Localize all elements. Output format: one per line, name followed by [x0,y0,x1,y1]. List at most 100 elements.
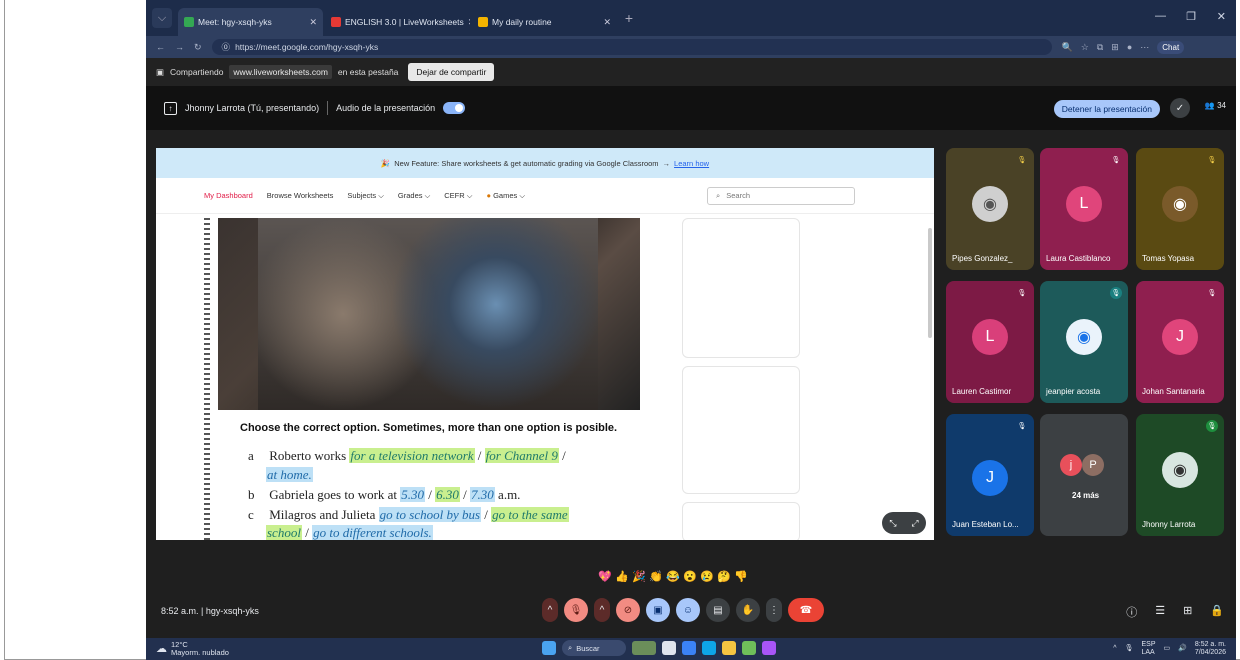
answer-card[interactable] [682,366,800,494]
close-tab-icon[interactable]: ✕ [603,17,611,28]
site-info-icon[interactable]: ⓪ [222,41,231,53]
camera-off-button[interactable]: ⊘ [616,598,640,622]
option[interactable]: for a television network [349,448,475,463]
participant-tile[interactable]: 🎙 L Lauren Castimor [946,281,1034,403]
participant-tile[interactable]: 🎙 ◉ Tomas Yopasa [1136,148,1224,270]
raise-hand-button[interactable]: ✋ [736,598,760,622]
host-controls-icon[interactable]: 🔒 [1210,604,1224,620]
activities-icon[interactable]: ⊞ [1183,604,1192,620]
new-tab-icon[interactable]: + [619,8,639,28]
present-screen-button[interactable]: ▣ [646,598,670,622]
option[interactable]: 6.30 [435,487,460,502]
worksheet-search-input[interactable]: ⌕ Search [707,186,856,205]
tab-menu-icon[interactable]: ⌵ [152,8,172,28]
nav-browse-worksheets[interactable]: Browse Worksheets [267,191,334,200]
presentation-scrollbar[interactable] [928,228,932,338]
clock[interactable]: 8:52 a. m. 7/04/2026 [1195,641,1226,657]
mic-tray-icon[interactable]: 🎙 [1125,645,1134,653]
url-field[interactable]: ⓪ https://meet.google.com/hgy-xsqh-yks [211,39,1052,55]
stop-sharing-button[interactable]: Dejar de compartir [408,63,495,81]
participant-tile[interactable]: 🎙 J Juan Esteban Lo... [946,414,1034,536]
copilot-icon[interactable] [762,641,776,655]
weather-widget[interactable]: ☁ 12°C Mayorm. nublado [156,641,229,657]
participant-tile-self[interactable]: 🎙 ◉ Jhonny Larrota [1136,414,1224,536]
option[interactable]: for Channel 9 [484,448,559,463]
maximize-icon[interactable]: ❐ [1186,10,1196,23]
tab-meet[interactable]: Meet: hgy-xsqh-yks ✕ [178,8,323,36]
collections-icon[interactable]: ⊞ [1111,42,1119,53]
reaction-thumbs-down-icon[interactable]: 👎 [734,569,748,583]
file-explorer-icon[interactable] [722,641,736,655]
check-icon[interactable]: ✓ [1170,98,1190,118]
edge-icon[interactable] [702,641,716,655]
reaction-party-icon[interactable]: 🎉 [632,569,646,583]
more-options-button[interactable]: ⋮ [766,598,782,622]
widgets-icon[interactable] [632,641,656,655]
chat-icon[interactable]: ☰ [1155,604,1165,620]
presentation-audio-toggle[interactable] [443,102,466,114]
reaction-laugh-icon[interactable]: 😂 [666,569,680,583]
participant-tile[interactable]: 🎙 ◉ jeanpier acosta [1040,281,1128,403]
back-icon[interactable]: ← [156,42,165,52]
microphone-off-button[interactable]: 🎙 [564,598,588,622]
favorite-icon[interactable]: ☆ [1081,42,1089,53]
nav-cefr[interactable]: CEFR ⌵ [444,191,472,201]
participant-tile[interactable]: 🎙 ◉ Pipes Gonzalez_ [946,148,1034,270]
task-view-icon[interactable] [662,641,676,655]
more-participants-tile[interactable]: j P 24 más [1040,414,1128,536]
zoom-icon[interactable]: 🔍 [1062,42,1073,53]
close-window-icon[interactable]: ✕ [1217,10,1226,23]
answer-card[interactable] [682,218,800,358]
captions-button[interactable]: ▤ [706,598,730,622]
reaction-sad-icon[interactable]: 😢 [700,569,714,583]
language-indicator[interactable]: ESP LAA [1141,641,1155,657]
close-tab-icon[interactable]: ✕ [309,17,317,28]
nav-subjects[interactable]: Subjects ⌵ [347,191,384,201]
option[interactable]: at home. [266,467,313,482]
tab-daily-routine[interactable]: My daily routine ✕ [472,8,617,36]
participant-tile[interactable]: 🎙 J Johan Santanaria [1136,281,1224,403]
reaction-heart-icon[interactable]: 💖 [598,569,612,583]
answer-card[interactable] [682,502,800,540]
fullscreen-icon[interactable]: ⤢ [911,518,918,529]
nav-my-dashboard[interactable]: My Dashboard [204,191,253,200]
option[interactable]: 5.30 [400,487,426,502]
reaction-thinking-icon[interactable]: 🤔 [717,569,731,583]
worksheet-video[interactable] [218,218,640,410]
volume-icon[interactable]: 🔊 [1178,645,1187,653]
participants-count[interactable]: 👥 34 [1205,101,1226,110]
windows-start-icon[interactable] [542,641,556,655]
info-icon[interactable]: ⓘ [1126,604,1137,620]
minimize-icon[interactable]: — [1155,10,1166,22]
network-icon[interactable]: ▭ [1164,645,1171,653]
zoom-out-icon[interactable]: ⤡ [889,518,896,529]
stop-presenting-button[interactable]: Detener la presentación [1053,100,1160,118]
option[interactable]: school [266,525,302,540]
leave-call-button[interactable]: ☎ [788,598,824,622]
whatsapp-icon[interactable] [742,641,756,655]
reactions-button[interactable]: ☺ [676,598,700,622]
forward-icon[interactable]: → [175,42,184,52]
option[interactable]: 7.30 [470,487,495,502]
nav-games[interactable]: ● Games ⌵ [486,191,525,201]
more-icon[interactable]: ⋯ [1140,42,1149,53]
close-tab-icon[interactable]: ✕ [468,17,470,28]
learn-how-link[interactable]: Learn how [674,159,709,168]
option[interactable]: go to the same [491,507,569,522]
reload-icon[interactable]: ↻ [194,42,202,53]
nav-grades[interactable]: Grades ⌵ [398,191,430,201]
show-hidden-icon[interactable]: ^ [1113,645,1116,653]
copilot-chat-button[interactable]: Chat [1157,40,1185,54]
camera-options-icon[interactable]: ^ [594,598,610,622]
mic-options-icon[interactable]: ^ [542,598,558,622]
profile-icon[interactable]: ● [1127,42,1132,52]
taskbar-search[interactable]: ⌕ Buscar [562,640,626,656]
chrome-icon[interactable] [682,641,696,655]
option[interactable]: go to different schools. [312,525,433,540]
reaction-thumbs-up-icon[interactable]: 👍 [615,569,629,583]
tab-liveworksheets[interactable]: ENGLISH 3.0 | LiveWorksheets ✕ [325,8,470,36]
extensions-icon[interactable]: ⧉ [1097,42,1103,53]
participant-tile[interactable]: 🎙 L Laura Castiblanco [1040,148,1128,270]
option[interactable]: go to school by bus [378,507,482,522]
reaction-clap-icon[interactable]: 👏 [649,569,663,583]
